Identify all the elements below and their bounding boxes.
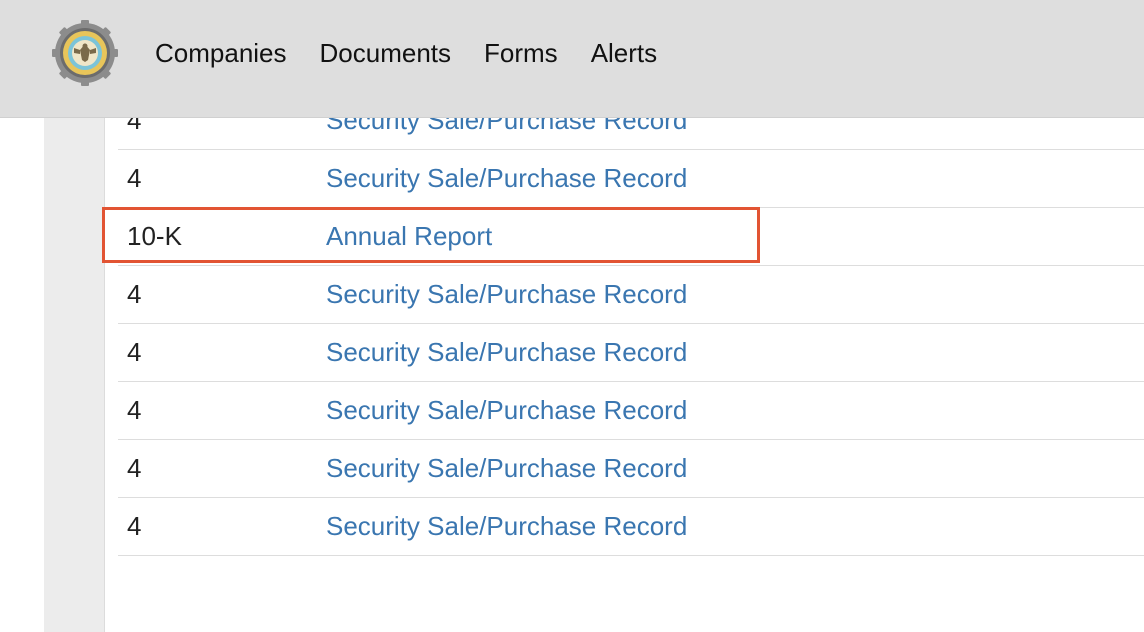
top-navbar: Companies Documents Forms Alerts bbox=[0, 0, 1144, 118]
form-type-cell: 4 bbox=[127, 163, 142, 193]
nav-link-documents[interactable]: Documents bbox=[320, 38, 452, 69]
nav-link-alerts[interactable]: Alerts bbox=[591, 38, 657, 69]
filings-table: 4 Security Sale/Purchase Record 4 Securi… bbox=[102, 92, 1144, 556]
filing-description-link[interactable]: Annual Report bbox=[326, 221, 492, 252]
form-type-cell: 10-K bbox=[127, 221, 182, 251]
form-type-cell: 4 bbox=[127, 395, 142, 425]
form-type-cell: 4 bbox=[127, 453, 142, 483]
nav-links: Companies Documents Forms Alerts bbox=[155, 38, 690, 69]
table-row: 4 Security Sale/Purchase Record bbox=[118, 266, 1144, 324]
page: 4 Security Sale/Purchase Record 4 Securi… bbox=[0, 0, 1144, 632]
form-type-cell: 4 bbox=[127, 279, 142, 309]
table-row: 4 Security Sale/Purchase Record bbox=[118, 498, 1144, 556]
filing-description-link[interactable]: Security Sale/Purchase Record bbox=[326, 453, 687, 484]
seal-icon[interactable] bbox=[52, 20, 118, 86]
table-row: 4 Security Sale/Purchase Record bbox=[118, 150, 1144, 208]
filing-description-link[interactable]: Security Sale/Purchase Record bbox=[326, 337, 687, 368]
filing-description-link[interactable]: Security Sale/Purchase Record bbox=[326, 511, 687, 542]
table-row: 4 Security Sale/Purchase Record bbox=[118, 324, 1144, 382]
filing-description-link[interactable]: Security Sale/Purchase Record bbox=[326, 395, 687, 426]
form-type-cell: 4 bbox=[127, 511, 142, 541]
form-type-cell: 4 bbox=[127, 337, 142, 367]
nav-link-forms[interactable]: Forms bbox=[484, 38, 558, 69]
table-row: 4 Security Sale/Purchase Record bbox=[118, 382, 1144, 440]
nav-link-companies[interactable]: Companies bbox=[155, 38, 287, 69]
table-row-highlighted: 10-K Annual Report bbox=[102, 207, 1144, 266]
filing-description-link[interactable]: Security Sale/Purchase Record bbox=[326, 279, 687, 310]
filing-description-link[interactable]: Security Sale/Purchase Record bbox=[326, 163, 687, 194]
table-row: 4 Security Sale/Purchase Record bbox=[118, 440, 1144, 498]
